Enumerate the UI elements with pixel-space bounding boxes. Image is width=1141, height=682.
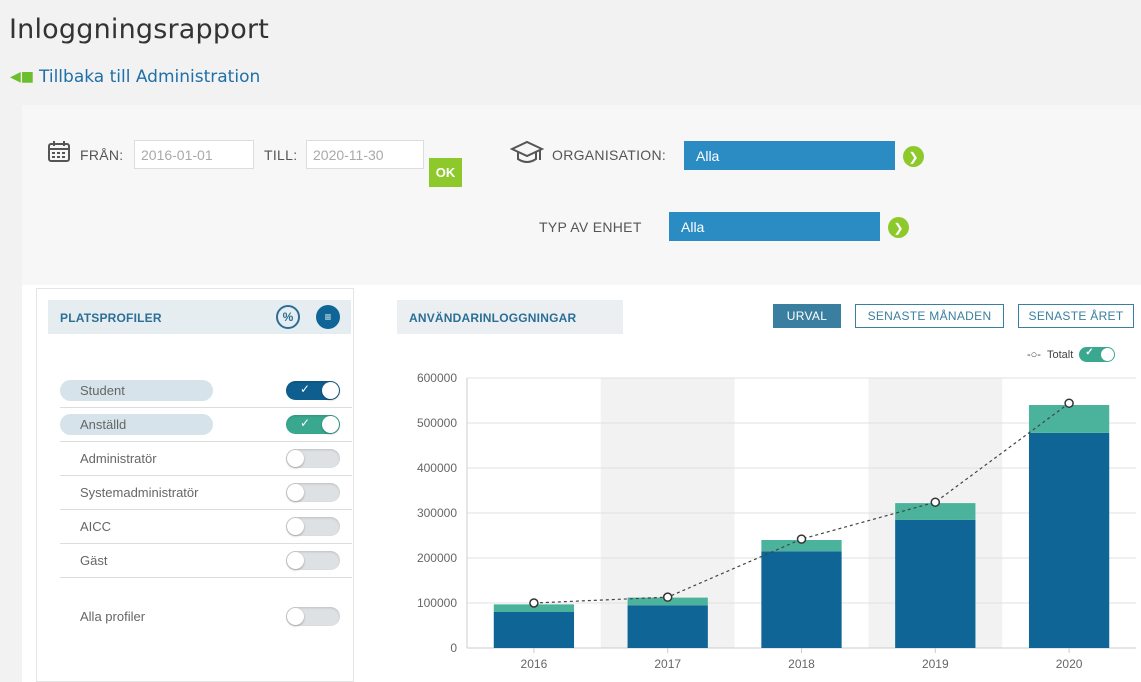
to-date-input[interactable]: 2020-11-30	[306, 140, 424, 169]
x-tick-label: 2020	[1056, 657, 1083, 671]
bar-student	[493, 612, 575, 648]
calendar-icon[interactable]	[48, 141, 70, 168]
y-tick-label: 500000	[417, 416, 457, 430]
profile-row[interactable]: Student ✓	[60, 374, 352, 408]
x-tick-label: 2016	[521, 657, 548, 671]
legend-line-marker: -○-	[1027, 348, 1041, 361]
organisation-dropdown-icon[interactable]: ❯	[903, 146, 924, 167]
back-link[interactable]: ◀■ Tillbaka till Administration	[10, 67, 260, 87]
all-profiles-label: Alla profiler	[80, 609, 146, 624]
from-date-input[interactable]: 2016-01-01	[134, 140, 254, 169]
profile-label: Administratör	[80, 451, 157, 466]
ok-button[interactable]: OK	[429, 158, 462, 187]
x-tick-label: 2019	[922, 657, 949, 671]
logins-chart: 0 100000 200000 300000 400000 500000 600000 201…	[417, 371, 1136, 671]
back-link-label: Tillbaka till Administration	[39, 67, 261, 87]
filter-area	[22, 105, 1141, 285]
total-point	[529, 598, 539, 608]
bar-student	[1028, 432, 1110, 648]
tab-selection[interactable]: URVAL	[773, 304, 841, 328]
total-point	[1064, 398, 1074, 408]
profile-row[interactable]: Systemadministratör	[60, 476, 352, 510]
arrow-left-icon: ◀■	[10, 69, 34, 85]
x-tick-label: 2018	[788, 657, 815, 671]
profiles-header: PLATSPROFILER % ≡	[48, 300, 351, 334]
page-title: Inloggningsrapport	[9, 14, 270, 45]
y-tick-label: 100000	[417, 596, 457, 610]
profile-label: AICC	[80, 519, 112, 534]
profile-row[interactable]: AICC	[60, 510, 352, 544]
bar-employee	[1028, 405, 1110, 433]
organisation-select[interactable]: Alla	[684, 141, 895, 170]
profile-label: Systemadministratör	[80, 485, 199, 500]
profiles-title: PLATSPROFILER	[60, 311, 162, 325]
profile-label: Student	[60, 380, 213, 401]
profile-toggle[interactable]	[286, 551, 340, 570]
bar-student	[761, 551, 842, 648]
profile-toggle[interactable]: ✓	[286, 381, 340, 400]
organisation-label: ORGANISATION:	[552, 147, 667, 163]
unit-type-label: TYP AV ENHET	[539, 219, 642, 235]
y-tick-label: 0	[450, 641, 457, 655]
chart-title: ANVÄNDARINLOGGNINGAR	[409, 311, 577, 325]
legend-total-label: Totalt	[1046, 348, 1074, 361]
profile-toggle[interactable]	[286, 483, 340, 502]
total-point	[930, 497, 941, 507]
bar-student	[627, 605, 708, 648]
tab-last-month[interactable]: SENASTE MÅNADEN	[855, 304, 1004, 328]
y-tick-label: 300000	[417, 506, 457, 520]
bar-student	[895, 519, 976, 648]
y-tick-label: 600000	[417, 371, 457, 385]
profile-toggle[interactable]	[286, 517, 340, 536]
profile-label: Anställd	[60, 414, 213, 435]
unit-type-dropdown-icon[interactable]: ❯	[888, 217, 909, 238]
tab-last-year[interactable]: SENASTE ÅRET	[1018, 304, 1134, 328]
legend-total-toggle[interactable]: ✓	[1079, 347, 1116, 362]
graduation-cap-icon	[509, 140, 545, 171]
profile-label: Gäst	[80, 553, 108, 568]
profile-toggle[interactable]	[286, 449, 340, 468]
x-tick-label: 2017	[654, 657, 681, 671]
chart-legend: -○- Totalt ✓	[1027, 347, 1116, 362]
list-view-icon[interactable]: ≡	[316, 305, 340, 329]
all-profiles-row[interactable]: Alla profiler	[60, 600, 352, 633]
profile-row[interactable]: Administratör	[60, 442, 352, 476]
total-point	[796, 534, 807, 544]
total-point	[662, 592, 673, 602]
profile-row[interactable]: Gäst	[60, 544, 352, 578]
profile-row[interactable]: Anställd ✓	[60, 408, 352, 442]
unit-type-select[interactable]: Alla	[669, 212, 880, 241]
y-tick-label: 200000	[417, 551, 457, 565]
to-label: TILL:	[264, 147, 298, 163]
y-tick-label: 400000	[417, 461, 457, 475]
all-profiles-toggle[interactable]	[286, 607, 340, 626]
profile-toggle[interactable]: ✓	[286, 415, 340, 434]
from-label: FRÅN:	[80, 147, 124, 163]
percent-icon[interactable]: %	[276, 305, 300, 329]
